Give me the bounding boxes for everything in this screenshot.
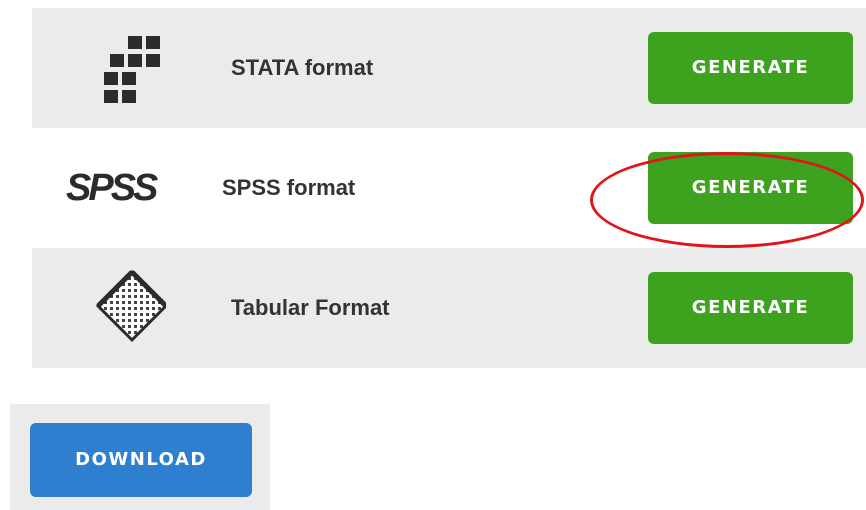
spss-logo: SPSS	[66, 128, 166, 248]
stata-grid-icon	[66, 8, 166, 128]
download-panel: DOWNLOAD	[10, 404, 270, 510]
tabular-grid-icon	[66, 248, 169, 368]
spss-format-label: SPSS format	[222, 175, 356, 200]
format-row-tabular: Tabular Format GENERATE	[32, 248, 866, 368]
spss-logo-text: SPSS	[66, 167, 158, 209]
format-row-spss: SPSS SPSS format GENERATE	[32, 128, 866, 248]
download-button[interactable]: DOWNLOAD	[30, 423, 252, 497]
generate-tabular-button[interactable]: GENERATE	[648, 272, 853, 344]
generate-stata-button[interactable]: GENERATE	[648, 32, 853, 104]
stata-format-label: STATA format	[231, 55, 374, 80]
tabular-format-label: Tabular Format	[231, 295, 390, 320]
generate-spss-button[interactable]: GENERATE	[648, 152, 853, 224]
format-row-stata: STATA format GENERATE	[32, 8, 866, 128]
